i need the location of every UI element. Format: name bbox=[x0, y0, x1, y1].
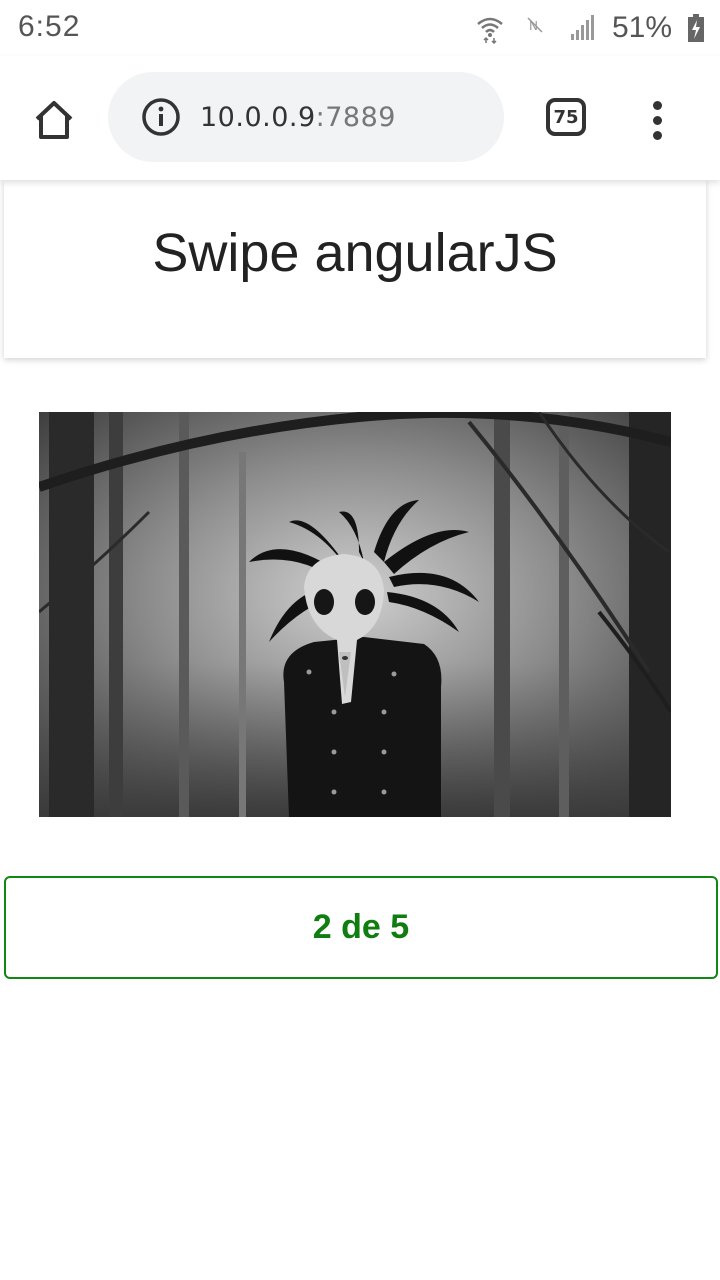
forest-photo bbox=[39, 412, 671, 817]
battery-charging-icon bbox=[688, 14, 704, 42]
status-bar: 6:52 N 51% bbox=[0, 0, 720, 56]
tab-count: 75 bbox=[553, 106, 579, 128]
status-icons: N 51% bbox=[474, 8, 706, 48]
page-title: Swipe angularJS bbox=[152, 222, 558, 283]
address-bar[interactable]: 10.0.0.9:7889 bbox=[108, 72, 504, 162]
slide-counter: 2 de 5 bbox=[4, 876, 718, 979]
more-vert-icon bbox=[652, 100, 662, 110]
page-header: Swipe angularJS bbox=[4, 180, 706, 358]
slide-counter-text: 2 de 5 bbox=[312, 908, 410, 946]
carousel-image[interactable] bbox=[39, 412, 671, 817]
status-time: 6:52 bbox=[18, 10, 81, 43]
home-button[interactable] bbox=[26, 92, 82, 148]
url-host: 10.0.0.9 bbox=[200, 101, 316, 133]
url-port: :7889 bbox=[315, 101, 396, 133]
wifi-icon bbox=[477, 17, 503, 44]
signal-icon bbox=[570, 15, 594, 40]
more-vert-button[interactable] bbox=[636, 92, 678, 148]
mute-icon: N bbox=[527, 17, 543, 33]
info-icon[interactable] bbox=[140, 96, 182, 138]
tabs-button[interactable]: 75 bbox=[546, 98, 586, 136]
home-icon bbox=[35, 101, 73, 139]
battery-percent: 51% bbox=[611, 11, 672, 44]
url-text: 10.0.0.9:7889 bbox=[200, 102, 396, 133]
browser-toolbar: 10.0.0.9:7889 75 bbox=[0, 56, 720, 180]
